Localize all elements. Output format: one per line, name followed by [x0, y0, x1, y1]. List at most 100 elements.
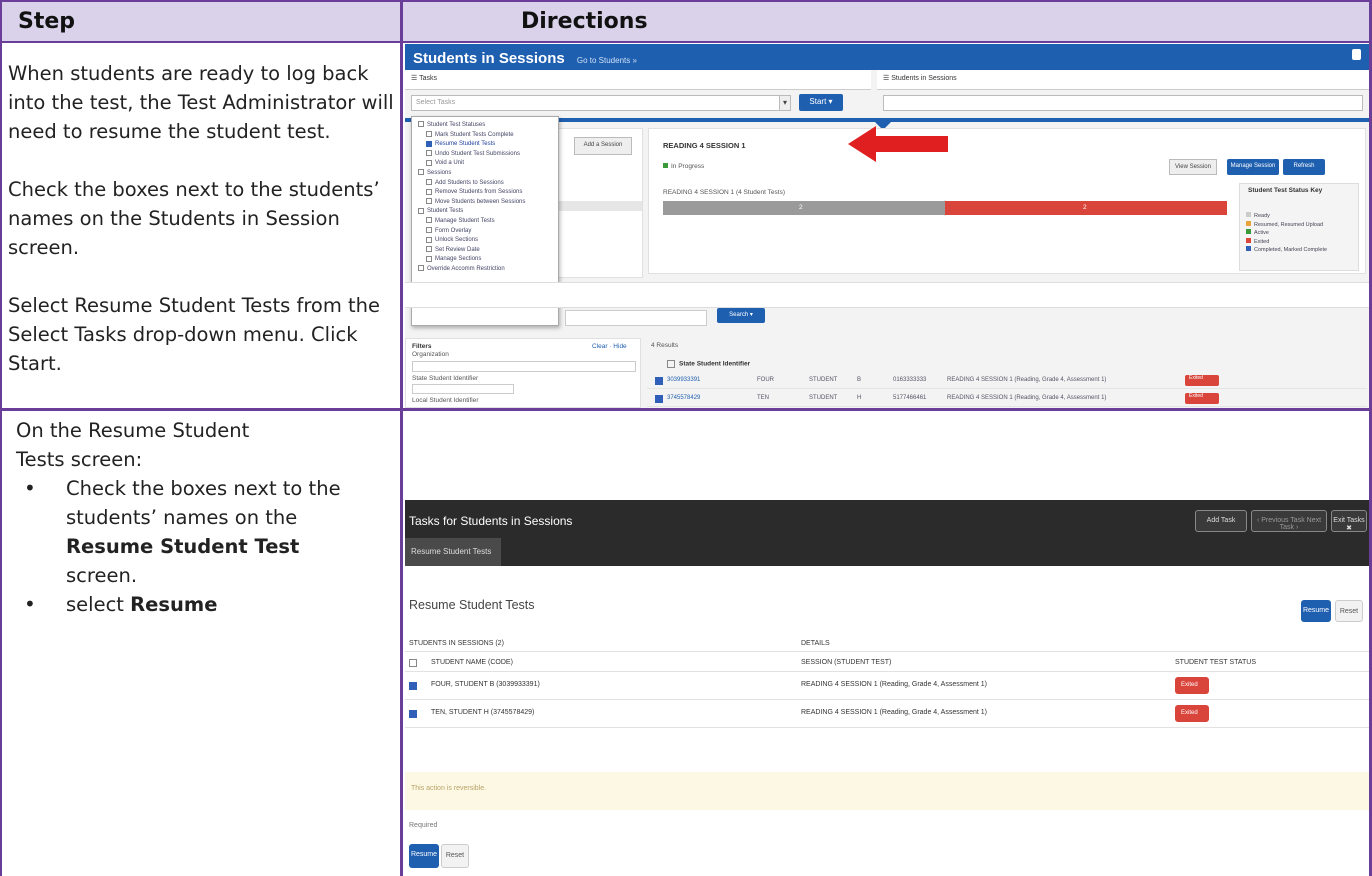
search-bar: [405, 282, 1369, 308]
state-id-input[interactable]: [412, 384, 514, 394]
legend-swatch: [1246, 229, 1251, 234]
menu-item[interactable]: Override Accomm Restriction: [418, 265, 552, 275]
start-button[interactable]: Start ▾: [799, 94, 843, 111]
add-task-button[interactable]: Add Task: [1195, 510, 1247, 532]
menu-checkbox[interactable]: [426, 226, 432, 233]
row-checkbox[interactable]: [409, 682, 417, 690]
list-icon: ☰: [411, 75, 420, 82]
cell-session: READING 4 SESSION 1 (Reading, Grade 4, A…: [947, 395, 1107, 401]
bullet-item: Check the boxes next to the students’ na…: [16, 474, 351, 590]
reset-button-top[interactable]: Reset: [1335, 600, 1363, 622]
results-count: 4 Results: [651, 342, 679, 349]
menu-checkbox[interactable]: [426, 255, 432, 262]
cell-mid: B: [857, 377, 862, 383]
select-tasks-dropdown[interactable]: Select Tasks: [411, 95, 791, 111]
menu-checkbox[interactable]: [426, 246, 432, 253]
app-title: Students in Sessions: [413, 50, 565, 67]
table-group-header: STUDENTS IN SESSIONS (2) DETAILS: [405, 636, 1369, 652]
student-name: TEN, STUDENT H (3745578429): [431, 709, 535, 716]
menu-checkbox[interactable]: [426, 178, 432, 185]
menu-item[interactable]: Resume Student Tests: [418, 140, 552, 150]
cell-user: 5177466461: [893, 395, 927, 401]
reset-button[interactable]: Reset: [441, 844, 469, 868]
sessions-list-panel: Add a Session: [555, 128, 643, 278]
select-all-checkbox[interactable]: [409, 659, 417, 667]
menu-checkbox[interactable]: [418, 169, 424, 176]
menu-checkbox[interactable]: [426, 236, 432, 243]
dropdown-toggle-icon[interactable]: ▾: [779, 95, 791, 111]
table-row[interactable]: 3039933391 FOUR STUDENT B 0163333333 READING …: [647, 372, 1367, 389]
menu-item[interactable]: Manage Student Tests: [418, 217, 552, 227]
student-name: FOUR, STUDENT B (3039933391): [431, 681, 540, 688]
cell-last: TEN: [757, 395, 769, 401]
menu-item[interactable]: Undo Student Test Submissions: [418, 150, 552, 160]
status-chip[interactable]: Exited: [1175, 705, 1209, 722]
reversible-alert: This action is reversible.: [405, 772, 1369, 810]
menu-item[interactable]: Mark Student Tests Complete: [418, 131, 552, 141]
directions-header: Directions: [401, 0, 1372, 42]
menu-checkbox[interactable]: [426, 217, 432, 224]
menu-item[interactable]: Form Overlay: [418, 226, 552, 237]
menu-item[interactable]: Add Students to Sessions: [418, 178, 552, 189]
instruction-paragraph: When students are ready to log back into…: [8, 62, 394, 143]
state-id-filter-label: State Student Identifier: [412, 375, 479, 382]
menu-item[interactable]: Student Test Statuses: [418, 121, 552, 131]
session-name: READING 4 SESSION 1 (Reading, Grade 4, A…: [801, 709, 987, 716]
menu-checkbox[interactable]: [418, 121, 424, 128]
table-row[interactable]: TEN, STUDENT H (3745578429) READING 4 SES…: [405, 700, 1369, 728]
go-to-students-link[interactable]: Go to Students »: [577, 56, 637, 65]
home-icon[interactable]: [1352, 49, 1361, 60]
cell-id[interactable]: 3745578429: [667, 395, 700, 401]
row-checkbox[interactable]: [655, 377, 663, 385]
menu-checkbox[interactable]: [426, 131, 432, 138]
search-input[interactable]: [565, 310, 707, 326]
menu-item[interactable]: Student Tests: [418, 207, 552, 217]
legend-item: Completed, Marked Complete: [1246, 246, 1327, 255]
menu-checkbox[interactable]: [426, 198, 432, 205]
menu-item[interactable]: Sessions: [418, 169, 552, 179]
menu-item[interactable]: Unlock Sections: [418, 236, 552, 246]
menu-item[interactable]: Set Review Date: [418, 246, 552, 256]
local-id-filter-label: Local Student Identifier: [412, 397, 479, 404]
row-checkbox[interactable]: [409, 710, 417, 718]
refresh-button[interactable]: Refresh: [1283, 159, 1325, 175]
status-chip[interactable]: Exited: [1175, 677, 1209, 694]
menu-checkbox[interactable]: [418, 207, 424, 214]
resume-button[interactable]: Resume: [409, 844, 439, 868]
search-button[interactable]: Search ▾: [717, 308, 765, 323]
menu-checkbox[interactable]: [418, 265, 424, 272]
previous-next-task-buttons[interactable]: ‹ Previous Task Next Task ›: [1251, 510, 1327, 532]
resume-student-tests-screenshot: Tasks for Students in Sessions Resume St…: [405, 500, 1369, 876]
select-all-checkbox[interactable]: [667, 360, 675, 368]
legend-item: Resumed, Resumed Upload: [1246, 220, 1327, 230]
cell-id[interactable]: 3039933391: [667, 377, 700, 383]
list-icon: ☰: [883, 75, 892, 82]
tasks-bar: ☰ Tasks: [405, 70, 871, 90]
row2-bullets: Check the boxes next to the students’ na…: [16, 474, 386, 619]
menu-item[interactable]: Manage Sections: [418, 255, 552, 265]
manage-session-button[interactable]: Manage Session: [1227, 159, 1279, 175]
table-row[interactable]: FOUR, STUDENT B (3039933391) READING 4 SE…: [405, 672, 1369, 700]
tab-resume-student-tests[interactable]: Resume Student Tests: [405, 538, 501, 566]
menu-item[interactable]: Remove Students from Sessions: [418, 188, 552, 198]
status-chip[interactable]: Exited: [1185, 393, 1219, 404]
row-checkbox[interactable]: [655, 395, 663, 403]
organization-input[interactable]: [412, 361, 636, 372]
add-session-button[interactable]: Add a Session: [574, 137, 632, 155]
menu-checkbox[interactable]: [426, 159, 432, 166]
exit-tasks-button[interactable]: Exit Tasks ✖: [1331, 510, 1367, 532]
task-header: Tasks for Students in Sessions Resume St…: [405, 500, 1369, 566]
view-session-button[interactable]: View Session: [1169, 159, 1217, 175]
menu-item[interactable]: Move Students between Sessions: [418, 198, 552, 208]
sessions-select[interactable]: [883, 95, 1363, 111]
menu-item[interactable]: Void a Unit: [418, 159, 552, 169]
table-header-row: State Student Identifier: [667, 360, 750, 368]
menu-checkbox[interactable]: [426, 140, 432, 147]
menu-checkbox[interactable]: [426, 188, 432, 195]
table-row[interactable]: 3745578429 TEN STUDENT H 5177466461 READING 4…: [647, 390, 1367, 407]
menu-checkbox[interactable]: [426, 150, 432, 157]
status-chip[interactable]: Exited: [1185, 375, 1219, 386]
session-list-row[interactable]: [556, 201, 642, 211]
clear-hide-link[interactable]: Clear · Hide: [592, 343, 627, 350]
resume-button-top[interactable]: Resume: [1301, 600, 1331, 622]
